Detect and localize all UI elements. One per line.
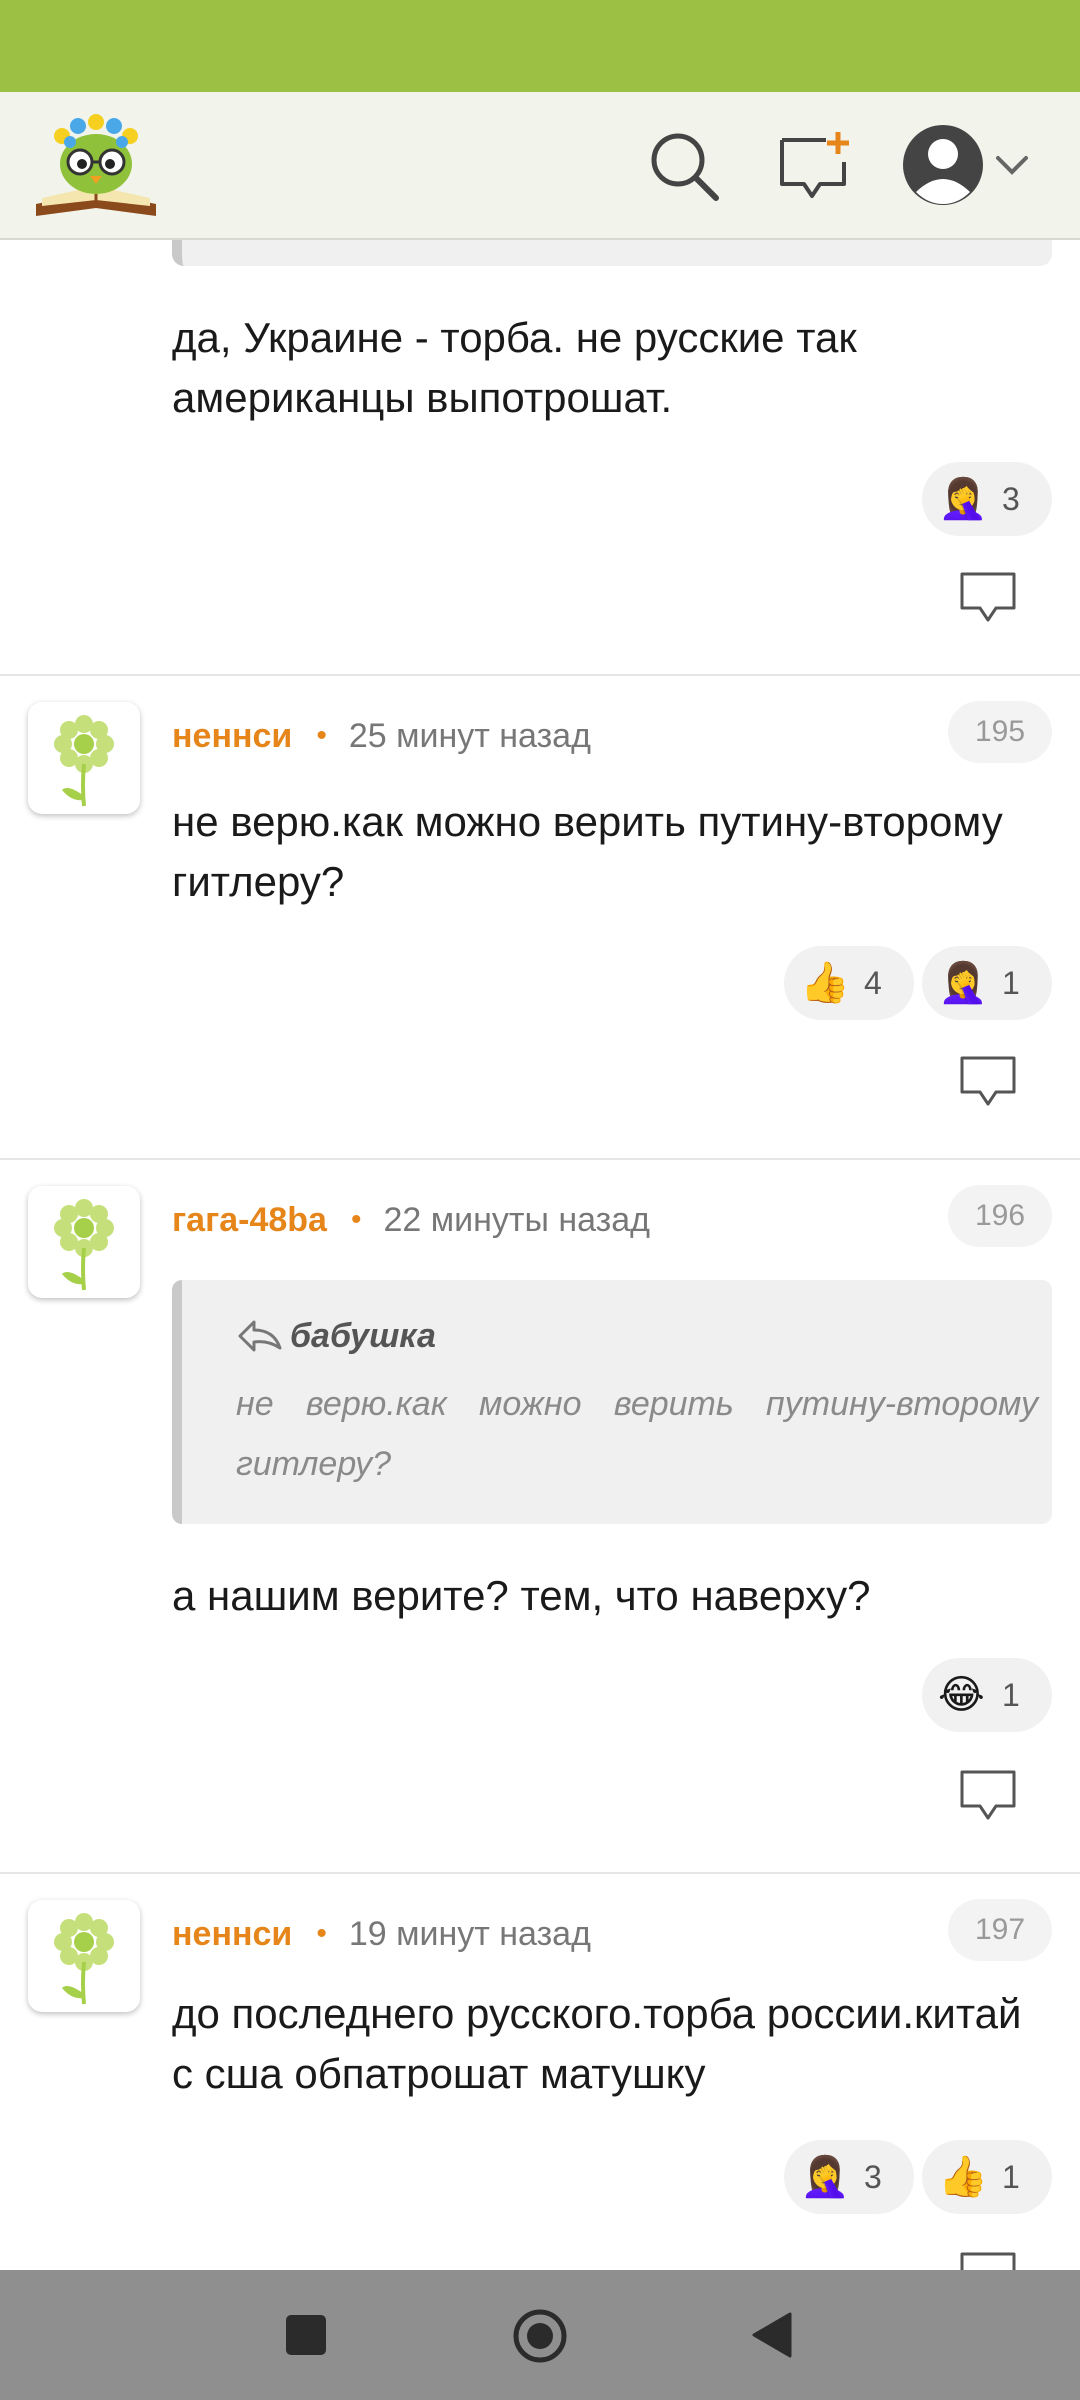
comment-time: 19 минут назад	[348, 1914, 591, 1953]
reply-icon[interactable]	[958, 2250, 1018, 2270]
navigation-bar	[0, 2270, 1080, 2400]
owl-logo-icon[interactable]	[32, 112, 160, 222]
avatar[interactable]	[28, 1186, 140, 1298]
comment-text: да, Украине - торба. не русские так амер…	[172, 314, 857, 421]
divider	[0, 674, 1080, 676]
meta-separator: •	[316, 1917, 327, 1950]
author-name[interactable]: неннси	[172, 1915, 292, 1954]
divider	[0, 1872, 1080, 1874]
comment-text: не верю.как можно верить путину-второму …	[172, 798, 1003, 905]
quote-author: бабушка	[236, 1316, 436, 1356]
author-name[interactable]: неннси	[172, 717, 292, 756]
comment-time: 25 минут назад	[348, 716, 591, 755]
comment-meta: неннси • 19 минут назад	[172, 1906, 591, 1962]
reply-icon[interactable]	[958, 1054, 1018, 1110]
home-icon[interactable]	[512, 2308, 568, 2364]
reaction-count: 4	[864, 964, 882, 1001]
meta-separator: •	[316, 719, 327, 752]
quote-block: бабушка не верю.как можно верить путину-…	[172, 1280, 1052, 1524]
back-icon[interactable]	[750, 2310, 794, 2360]
reaction-facepalm[interactable]: 🤦‍♀️ 3	[784, 2140, 914, 2214]
reaction-facepalm[interactable]: 🤦‍♀️ 3	[922, 462, 1052, 536]
comments-feed: да, Украине - торба. не русские так амер…	[0, 240, 1080, 2270]
reaction-count: 3	[1002, 480, 1020, 517]
avatar-icon[interactable]	[898, 120, 988, 210]
reaction-count: 1	[1002, 964, 1020, 1001]
comment-number[interactable]: 197	[948, 1899, 1052, 1961]
reaction-thumbs-up[interactable]: 👍 1	[922, 2140, 1052, 2214]
meta-separator: •	[350, 1203, 362, 1236]
laughing-emoji: 😂	[938, 1672, 985, 1718]
avatar[interactable]	[28, 1900, 140, 2012]
comment-meta: гага-48ba • 22 минуты назад	[172, 1192, 650, 1248]
comment-text: а нашим верите? тем, что наверху?	[172, 1572, 871, 1619]
quote-block	[172, 240, 1052, 266]
reply-icon[interactable]	[958, 570, 1018, 626]
reaction-facepalm[interactable]: 🤦‍♀️ 1	[922, 946, 1052, 1020]
author-name[interactable]: гага-48ba	[172, 1201, 327, 1240]
new-message-icon[interactable]	[774, 126, 854, 206]
facepalm-emoji: 🤦‍♀️	[938, 960, 988, 1006]
reaction-laughing[interactable]: 😂 1	[922, 1658, 1052, 1732]
recent-apps-icon[interactable]	[286, 2315, 326, 2355]
avatar[interactable]	[28, 702, 140, 814]
comment-meta: неннси • 25 минут назад	[172, 708, 591, 764]
reply-arrow-icon	[238, 1320, 282, 1352]
comment-number[interactable]: 195	[948, 701, 1052, 763]
reaction-count: 1	[1002, 2158, 1020, 2195]
reaction-count: 3	[864, 2158, 882, 2195]
quote-text: не верю.как можно верить путину-второму …	[236, 1385, 1038, 1483]
reply-icon[interactable]	[958, 1768, 1018, 1824]
status-bar	[0, 0, 1080, 92]
thumbs-up-emoji: 👍	[800, 960, 850, 1006]
comment-text: до последнего русского.торба россии.кита…	[172, 1990, 1022, 2097]
chevron-down-icon[interactable]	[994, 148, 1030, 184]
comment-number[interactable]: 196	[948, 1185, 1052, 1247]
search-icon[interactable]	[644, 126, 724, 206]
facepalm-emoji: 🤦‍♀️	[938, 476, 988, 522]
facepalm-emoji: 🤦‍♀️	[800, 2154, 850, 2200]
divider	[0, 1158, 1080, 1160]
reaction-thumbs-up[interactable]: 👍 4	[784, 946, 914, 1020]
app-header	[0, 92, 1080, 240]
thumbs-up-emoji: 👍	[938, 2154, 988, 2200]
comment-time: 22 минуты назад	[383, 1200, 650, 1239]
reaction-count: 1	[1002, 1676, 1020, 1713]
quote-author-name: бабушка	[290, 1316, 436, 1355]
